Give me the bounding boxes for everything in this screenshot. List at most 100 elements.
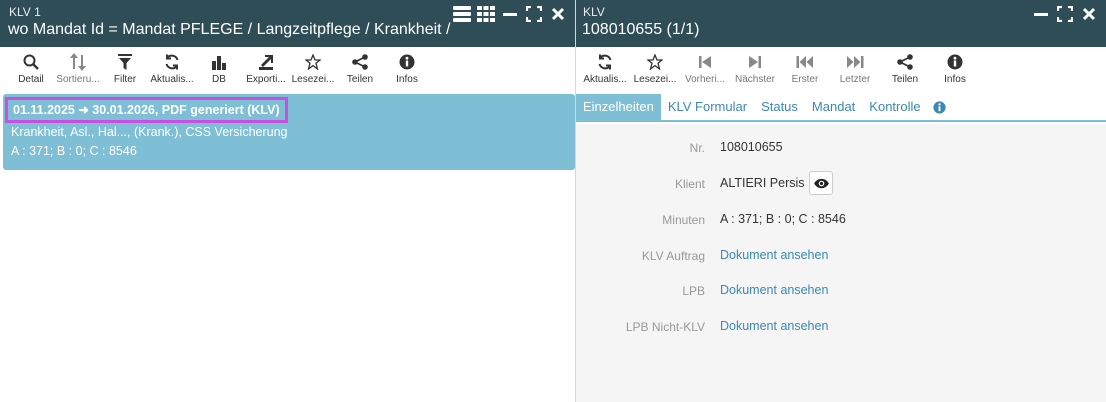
field-label: Minuten (662, 213, 705, 227)
field-klv-auftrag: KLV Auftrag Dokument ansehen (576, 243, 1106, 269)
toolbar-label: Vorheri... (684, 74, 726, 85)
toolbar-label: Aktualis... (583, 74, 627, 85)
toolbar-label: Infos (944, 74, 966, 85)
toolbar-label: Detail (18, 74, 44, 85)
field-nr: Nr. 108010655 (576, 135, 1106, 161)
tab-einzelheiten[interactable]: Einzelheiten (576, 94, 661, 120)
refresh-button[interactable]: Aktualis... (582, 52, 628, 85)
bar-chart-icon (211, 52, 227, 72)
info-icon (399, 52, 415, 72)
refresh-button[interactable]: Aktualis... (150, 52, 194, 85)
field-value: A : 371; B : 0; C : 8546 (720, 212, 846, 226)
detail-title: 108010655 (1/1) (582, 21, 700, 38)
sort-icon (70, 52, 86, 72)
field-value: ALTIERI Persis (720, 176, 805, 190)
grid-icon[interactable] (477, 5, 495, 23)
share-button[interactable]: Teilen (342, 52, 378, 85)
detail-fields: Nr. 108010655 Klient ALTIERI Persis Minu… (576, 124, 1106, 402)
field-klient: Klient ALTIERI Persis (576, 171, 1106, 197)
toolbar-label: Lesezei... (633, 74, 677, 85)
field-label: LPB Nicht-KLV (625, 320, 705, 334)
field-value: 108010655 (720, 140, 783, 154)
list-item[interactable]: 01.11.2025 ➜ 30.01.2026, PDF generiert (… (3, 94, 575, 170)
field-minuten: Minuten A : 371; B : 0; C : 8546 (576, 207, 1106, 233)
toolbar-label: Letzter (839, 74, 871, 85)
toolbar-label: Infos (396, 74, 418, 85)
list-item-minutes: A : 371; B : 0; C : 8546 (11, 144, 137, 158)
search-icon (23, 52, 39, 72)
field-lpb-nicht-klv: LPB Nicht-KLV Dokument ansehen (576, 314, 1106, 340)
first-button[interactable]: Erster (782, 52, 828, 85)
last-button[interactable]: Letzter (832, 52, 878, 85)
tab-klv-formular[interactable]: KLV Formular (661, 94, 754, 120)
info-button[interactable]: Infos (389, 52, 425, 85)
next-icon (748, 52, 762, 72)
info-icon (947, 52, 963, 72)
maximize-icon[interactable] (1056, 5, 1074, 23)
toolbar-label: Sortieru... (56, 74, 100, 85)
toolbar-label: Teilen (346, 74, 374, 85)
list-item-subtitle: Krankheit, Asl., Hal..., (Krank.), CSS V… (11, 125, 288, 139)
view-client-button[interactable] (809, 171, 833, 195)
first-icon (796, 52, 814, 72)
detail-toolbar: Aktualis... Lesezei... Vorheri... Nächst… (576, 47, 1106, 94)
document-link[interactable]: Dokument ansehen (720, 283, 828, 297)
next-button[interactable]: Nächster (732, 52, 778, 85)
window-controls (453, 5, 567, 23)
tab-mandat[interactable]: Mandat (805, 94, 862, 120)
list-title: wo Mandat Id = Mandat PFLEGE / Langzeitp… (8, 21, 451, 38)
detail-button[interactable]: Detail (13, 52, 49, 85)
field-lpb: LPB Dokument ansehen (576, 278, 1106, 304)
info-button[interactable]: Infos (932, 52, 978, 85)
list-pane: KLV 1 wo Mandat Id = Mandat PFLEGE / Lan… (0, 0, 576, 402)
star-icon (305, 52, 321, 72)
document-link[interactable]: Dokument ansehen (720, 319, 828, 333)
bookmark-button[interactable]: Lesezei... (292, 52, 334, 85)
last-icon (846, 52, 864, 72)
document-link[interactable]: Dokument ansehen (720, 248, 828, 262)
detail-pane: KLV 108010655 (1/1) Aktualis... Lesezei.… (576, 0, 1106, 402)
list-toolbar: Detail Sortieru... Filter Aktualis... DB… (0, 47, 575, 94)
sort-button[interactable]: Sortieru... (56, 52, 100, 85)
eye-icon (813, 178, 829, 188)
tab-status[interactable]: Status (754, 94, 805, 120)
filter-icon (118, 52, 132, 72)
maximize-icon[interactable] (525, 5, 543, 23)
minimize-icon[interactable] (1032, 5, 1050, 23)
field-label: Klient (674, 177, 705, 191)
share-icon (352, 52, 368, 72)
db-button[interactable]: DB (201, 52, 237, 85)
module-name: KLV 1 (9, 5, 41, 19)
filter-button[interactable]: Filter (107, 52, 143, 85)
detail-tabs: Einzelheiten KLV Formular Status Mandat … (576, 94, 1106, 122)
window-controls (1032, 5, 1098, 23)
detail-titlebar: KLV 108010655 (1/1) (576, 0, 1106, 47)
previous-button[interactable]: Vorheri... (682, 52, 728, 85)
share-icon (897, 52, 913, 72)
toolbar-label: Nächster (734, 74, 775, 85)
bookmark-button[interactable]: Lesezei... (632, 52, 678, 85)
tab-kontrolle[interactable]: Kontrolle (862, 94, 927, 120)
export-button[interactable]: Exporti... (246, 52, 286, 85)
export-icon (258, 52, 274, 72)
field-label: Nr. (689, 141, 705, 155)
list-item-header: 01.11.2025 ➜ 30.01.2026, PDF generiert (… (5, 97, 288, 123)
toolbar-label: Exporti... (246, 74, 286, 85)
toolbar-label: Aktualis... (150, 74, 194, 85)
star-icon (647, 52, 663, 72)
tab-info-icon[interactable] (928, 94, 952, 120)
previous-icon (698, 52, 712, 72)
list-titlebar: KLV 1 wo Mandat Id = Mandat PFLEGE / Lan… (0, 0, 575, 47)
close-icon[interactable] (549, 5, 567, 23)
toolbar-label: Lesezei... (291, 74, 335, 85)
layout-list-icon[interactable] (453, 5, 471, 23)
module-name: KLV (583, 5, 605, 19)
minimize-icon[interactable] (501, 5, 519, 23)
toolbar-label: Filter (113, 74, 137, 85)
field-label: LPB (682, 284, 705, 298)
share-button[interactable]: Teilen (882, 52, 928, 85)
close-icon[interactable] (1080, 5, 1098, 23)
refresh-icon (164, 52, 180, 72)
field-label: KLV Auftrag (641, 249, 705, 263)
toolbar-label: DB (212, 74, 226, 85)
